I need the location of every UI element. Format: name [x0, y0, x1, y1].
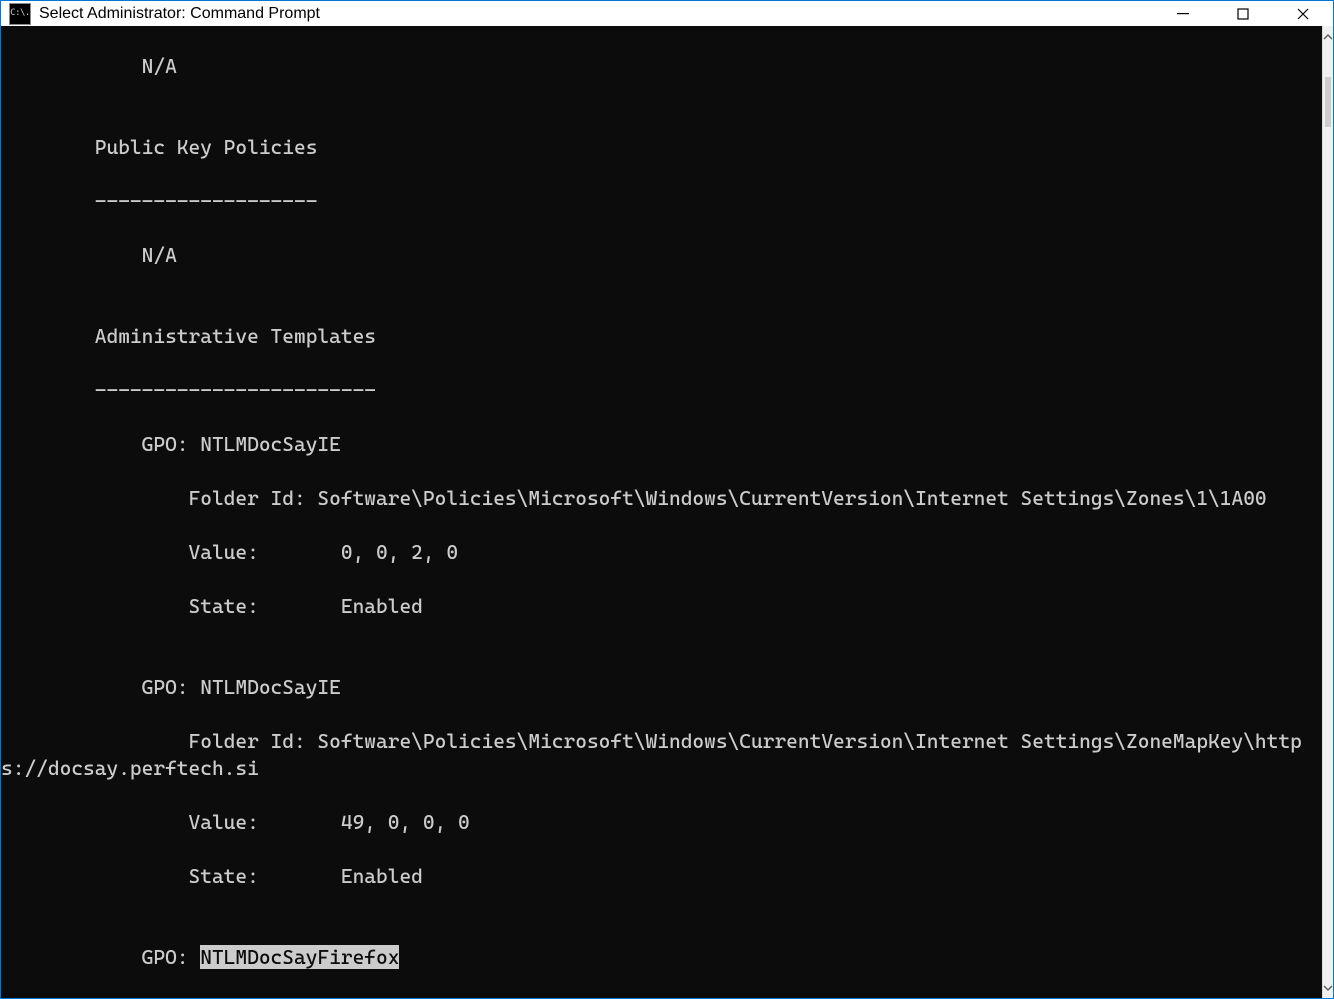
console-line: GPO: NTLMDocSayIE [1, 674, 1322, 701]
console-line: Folder Id: Software\Policies\Microsoft\W… [1, 485, 1322, 512]
close-button[interactable] [1273, 1, 1333, 26]
console-line: Value: 0, 0, 2, 0 [1, 539, 1322, 566]
console-line: Folder Id: Software\Policies\Microsoft\W… [1, 728, 1322, 782]
window-title: Select Administrator: Command Prompt [39, 5, 320, 23]
minimize-button[interactable] [1153, 1, 1213, 26]
console-line: ------------------------ [1, 377, 1322, 404]
console-line: Administrative Templates [1, 323, 1322, 350]
console-line: State: Enabled [1, 593, 1322, 620]
selected-text: NTLMDocSayFirefox [200, 945, 399, 969]
console-output[interactable]: N/A Public Key Policies ----------------… [1, 26, 1322, 998]
window-controls [1153, 1, 1333, 26]
console-line: N/A [1, 242, 1322, 269]
console-line: ------------------- [1, 188, 1322, 215]
console-text: GPO: [1, 945, 200, 969]
scroll-down-button[interactable] [1323, 977, 1333, 998]
client-area: N/A Public Key Policies ----------------… [1, 26, 1333, 998]
cmd-window: C:\. Select Administrator: Command Promp… [0, 0, 1334, 999]
maximize-button[interactable] [1213, 1, 1273, 26]
scroll-up-button[interactable] [1323, 26, 1333, 47]
cmd-icon: C:\. [9, 3, 31, 25]
scrollbar-thumb[interactable] [1325, 77, 1331, 127]
titlebar[interactable]: C:\. Select Administrator: Command Promp… [1, 1, 1333, 26]
scrollbar-track[interactable] [1323, 47, 1333, 977]
console-line: Public Key Policies [1, 134, 1322, 161]
console-line: N/A [1, 53, 1322, 80]
console-line: Value: 49, 0, 0, 0 [1, 809, 1322, 836]
console-line: GPO: NTLMDocSayFirefox [1, 944, 1322, 971]
console-line: GPO: NTLMDocSayIE [1, 431, 1322, 458]
console-line: State: Enabled [1, 863, 1322, 890]
vertical-scrollbar[interactable] [1322, 26, 1333, 998]
